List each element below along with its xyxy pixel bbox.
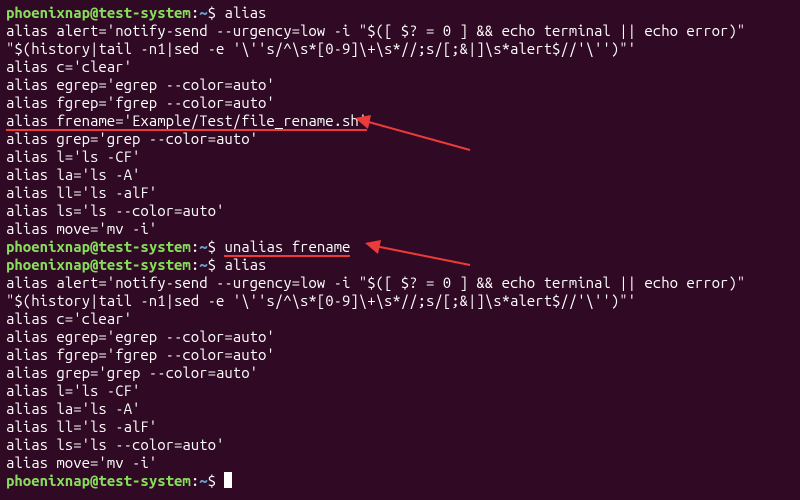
command: alias (224, 256, 266, 273)
output-line: "$(history|tail -n1|sed -e '\''s/^\s*[0-… (6, 40, 794, 58)
path: ~ (199, 256, 207, 273)
user: phoenixnap (6, 256, 90, 273)
sigil: $ (208, 472, 225, 489)
output-line: alias egrep='egrep --color=auto' (6, 76, 794, 94)
output-line: alias ll='ls -alF' (6, 418, 794, 436)
sigil: $ (208, 238, 225, 255)
command-unalias: unalias frename (224, 238, 350, 257)
colon: : (191, 472, 199, 489)
output-line: alias ll='ls -alF' (6, 184, 794, 202)
output-line: "$(history|tail -n1|sed -e '\''s/^\s*[0-… (6, 292, 794, 310)
command: alias (224, 4, 266, 21)
prompt-line: phoenixnap@test-system:~$ unalias frenam… (6, 238, 794, 256)
output-line: alias c='clear' (6, 310, 794, 328)
host: test-system (98, 472, 190, 489)
host: test-system (98, 256, 190, 273)
colon: : (191, 256, 199, 273)
user: phoenixnap (6, 4, 90, 21)
output-line-highlight: alias frename='Example/Test/file_rename.… (6, 112, 794, 130)
output-line: alias grep='grep --color=auto' (6, 364, 794, 382)
prompt-line: phoenixnap@test-system:~$ (6, 472, 794, 490)
output-line: alias ls='ls --color=auto' (6, 436, 794, 454)
user: phoenixnap (6, 238, 90, 255)
output-line: alias l='ls -CF' (6, 148, 794, 166)
output-line: alias c='clear' (6, 58, 794, 76)
output-line: alias grep='grep --color=auto' (6, 130, 794, 148)
output-line: alias la='ls -A' (6, 166, 794, 184)
path: ~ (199, 4, 207, 21)
frename-alias: alias frename='Example/Test/file_rename.… (6, 112, 367, 131)
prompt-line: phoenixnap@test-system:~$ alias (6, 256, 794, 274)
colon: : (191, 4, 199, 21)
cursor (224, 472, 232, 488)
output-line: alias alert='notify-send --urgency=low -… (6, 274, 794, 292)
sigil: $ (208, 256, 225, 273)
host: test-system (98, 238, 190, 255)
host: test-system (98, 4, 190, 21)
user: phoenixnap (6, 472, 90, 489)
prompt-line: phoenixnap@test-system:~$ alias (6, 4, 794, 22)
output-line: alias egrep='egrep --color=auto' (6, 328, 794, 346)
output-line: alias move='mv -i' (6, 454, 794, 472)
colon: : (191, 238, 199, 255)
output-line: alias la='ls -A' (6, 400, 794, 418)
output-line: alias ls='ls --color=auto' (6, 202, 794, 220)
terminal[interactable]: phoenixnap@test-system:~$ alias alias al… (6, 4, 794, 490)
output-line: alias fgrep='fgrep --color=auto' (6, 94, 794, 112)
path: ~ (199, 472, 207, 489)
output-line: alias fgrep='fgrep --color=auto' (6, 346, 794, 364)
output-line: alias alert='notify-send --urgency=low -… (6, 22, 794, 40)
sigil: $ (208, 4, 225, 21)
output-line: alias l='ls -CF' (6, 382, 794, 400)
path: ~ (199, 238, 207, 255)
output-line: alias move='mv -i' (6, 220, 794, 238)
